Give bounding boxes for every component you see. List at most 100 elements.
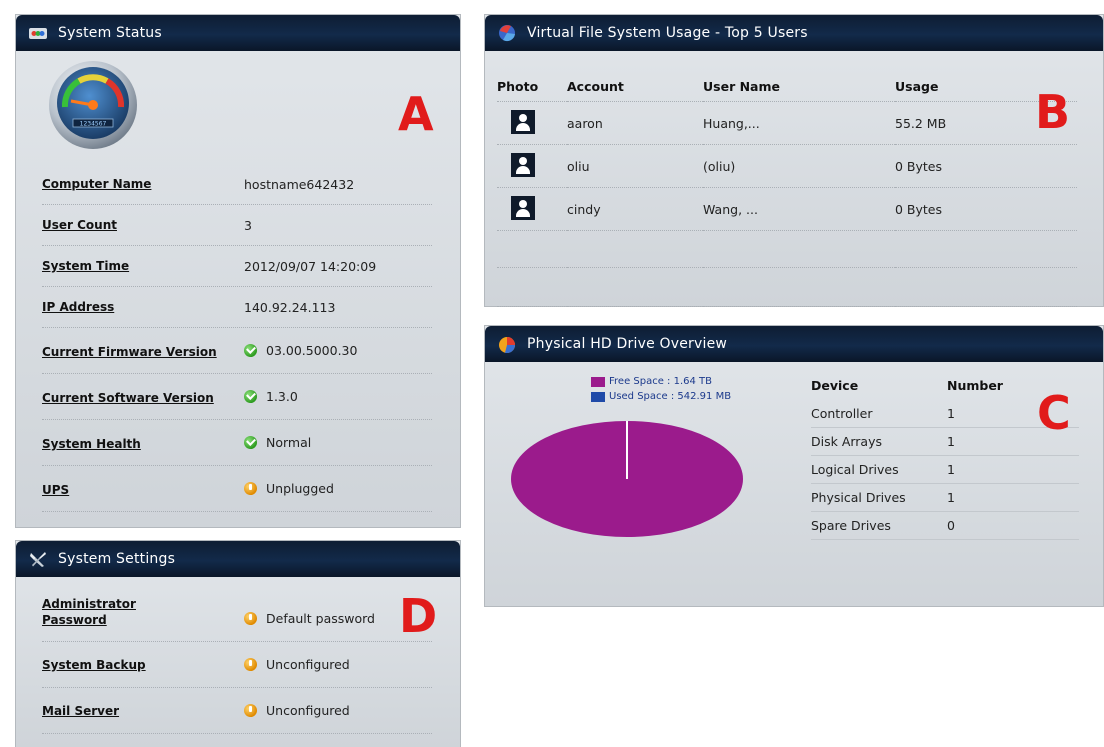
ups-value: Unplugged <box>266 481 334 496</box>
usage-cell: 0 Bytes <box>895 144 1077 188</box>
number-cell: 0 <box>947 511 1079 540</box>
legend-free-label: Free Space : 1.64 TB <box>609 376 713 387</box>
user-group-icon <box>497 23 517 43</box>
vfs-usage-panel: Virtual File System Usage - Top 5 Users … <box>484 14 1104 307</box>
system-backup-link[interactable]: System Backup <box>42 658 146 672</box>
account-cell: aaron <box>567 101 703 145</box>
administrator-password-line2: Password <box>42 613 107 627</box>
system-status-title: System Status <box>58 25 162 41</box>
gauge-icon: 1234567 <box>45 57 141 153</box>
system-time-value: 2012/09/07 14:20:09 <box>244 259 377 274</box>
ip-address-value: 140.92.24.113 <box>244 300 336 315</box>
settings-row-admin-password: Administrator Password Default password <box>42 587 432 642</box>
system-settings-title: System Settings <box>58 551 176 567</box>
system-time-link[interactable]: System Time <box>42 259 129 273</box>
status-row-ups: UPS Unplugged <box>42 465 432 512</box>
computer-name-value: hostname642432 <box>244 177 355 192</box>
system-settings-panel: System Settings D Administrator Password… <box>15 540 461 747</box>
hd-overview-header: Physical HD Drive Overview <box>485 326 1103 362</box>
table-row: aaron Huang,... 55.2 MB <box>497 101 1077 145</box>
legend-free-swatch <box>591 376 605 387</box>
user-name-cell: Huang,... <box>703 101 895 145</box>
column-header-account: Account <box>567 78 624 94</box>
legend-used-swatch <box>591 391 605 402</box>
user-count-link[interactable]: User Count <box>42 218 117 232</box>
status-row-firmware-version: Current Firmware Version 03.00.5000.30 <box>42 327 432 374</box>
settings-row-system-backup: System Backup Unconfigured <box>42 641 432 688</box>
ok-check-icon <box>244 344 257 357</box>
user-avatar-icon <box>511 152 535 177</box>
hd-overview-title: Physical HD Drive Overview <box>527 336 728 352</box>
status-row-system-time: System Time 2012/09/07 14:20:09 <box>42 245 432 287</box>
user-name-cell: Wang, ... <box>703 187 895 231</box>
account-cell: oliu <box>567 144 703 188</box>
vfs-usage-table: Photo Account User Name Usage aaron Huan… <box>497 71 1077 307</box>
system-status-panel: System Status 1234567 A Computer Name ho… <box>15 14 461 528</box>
device-cell: Logical Drives <box>811 455 947 484</box>
system-health-link[interactable]: System Health <box>42 437 141 451</box>
tools-icon <box>28 549 48 569</box>
table-row: cindy Wang, ... 0 Bytes <box>497 187 1077 231</box>
computer-name-link[interactable]: Computer Name <box>42 177 151 191</box>
administrator-password-line1: Administrator <box>42 597 136 611</box>
system-status-header: System Status <box>16 15 460 51</box>
vfs-usage-header: Virtual File System Usage - Top 5 Users <box>485 15 1103 51</box>
legend-free-space: Free Space : 1.64 TB <box>591 376 712 387</box>
table-row: oliu (oliu) 0 Bytes <box>497 144 1077 188</box>
column-header-device: Device <box>811 377 859 393</box>
firmware-version-link[interactable]: Current Firmware Version <box>42 345 217 359</box>
table-row: Physical Drives 1 <box>811 483 1079 512</box>
drive-space-pie-chart <box>511 421 743 537</box>
ok-check-icon <box>244 436 257 449</box>
device-cell: Disk Arrays <box>811 427 947 456</box>
administrator-password-link[interactable]: Administrator Password <box>42 596 136 628</box>
administrator-password-value: Default password <box>266 611 375 626</box>
ups-link[interactable]: UPS <box>42 483 69 497</box>
warning-icon <box>244 658 257 671</box>
user-avatar-icon <box>511 195 535 220</box>
annotation-letter-a: A <box>398 87 434 141</box>
status-row-system-health: System Health Normal <box>42 419 432 466</box>
warning-icon <box>244 612 257 625</box>
device-cell: Physical Drives <box>811 483 947 512</box>
table-row: Logical Drives 1 <box>811 455 1079 484</box>
status-row-computer-name: Computer Name hostname642432 <box>42 163 432 205</box>
account-cell: cindy <box>567 187 703 231</box>
system-backup-value: Unconfigured <box>266 657 350 672</box>
svg-text:1234567: 1234567 <box>80 121 107 128</box>
user-name-cell: (oliu) <box>703 144 895 188</box>
settings-row-mail-server: Mail Server Unconfigured <box>42 687 432 734</box>
software-version-value: 1.3.0 <box>266 389 298 404</box>
table-row-empty <box>497 267 1077 307</box>
ip-address-link[interactable]: IP Address <box>42 300 114 314</box>
hd-overview-panel: Physical HD Drive Overview Free Space : … <box>484 325 1104 607</box>
status-row-user-count: User Count 3 <box>42 204 432 246</box>
annotation-letter-b: B <box>1035 85 1071 139</box>
table-row: Spare Drives 0 <box>811 511 1079 540</box>
ok-check-icon <box>244 390 257 403</box>
warning-icon <box>244 482 257 495</box>
firmware-version-value: 03.00.5000.30 <box>266 343 358 358</box>
user-avatar-icon <box>511 109 535 134</box>
vfs-usage-title: Virtual File System Usage - Top 5 Users <box>527 25 808 41</box>
system-health-value: Normal <box>266 435 312 450</box>
user-count-value: 3 <box>244 218 252 233</box>
table-row-empty <box>497 230 1077 268</box>
number-cell: 1 <box>947 455 1079 484</box>
system-status-icon <box>28 23 48 43</box>
software-version-link[interactable]: Current Software Version <box>42 391 214 405</box>
device-cell: Controller <box>811 400 947 428</box>
legend-used-space: Used Space : 542.91 MB <box>591 391 731 402</box>
status-row-ip-address: IP Address 140.92.24.113 <box>42 286 432 328</box>
mail-server-link[interactable]: Mail Server <box>42 704 119 718</box>
usage-cell: 0 Bytes <box>895 187 1077 231</box>
table-header-row: Photo Account User Name Usage <box>497 71 1077 102</box>
legend-used-label: Used Space : 542.91 MB <box>609 391 732 402</box>
column-header-photo: Photo <box>497 78 539 94</box>
device-cell: Spare Drives <box>811 511 947 540</box>
column-header-user-name: User Name <box>703 78 780 94</box>
annotation-letter-c: C <box>1037 386 1071 440</box>
system-settings-header: System Settings <box>16 541 460 577</box>
number-cell: 1 <box>947 483 1079 512</box>
pie-chart-icon <box>497 334 517 354</box>
